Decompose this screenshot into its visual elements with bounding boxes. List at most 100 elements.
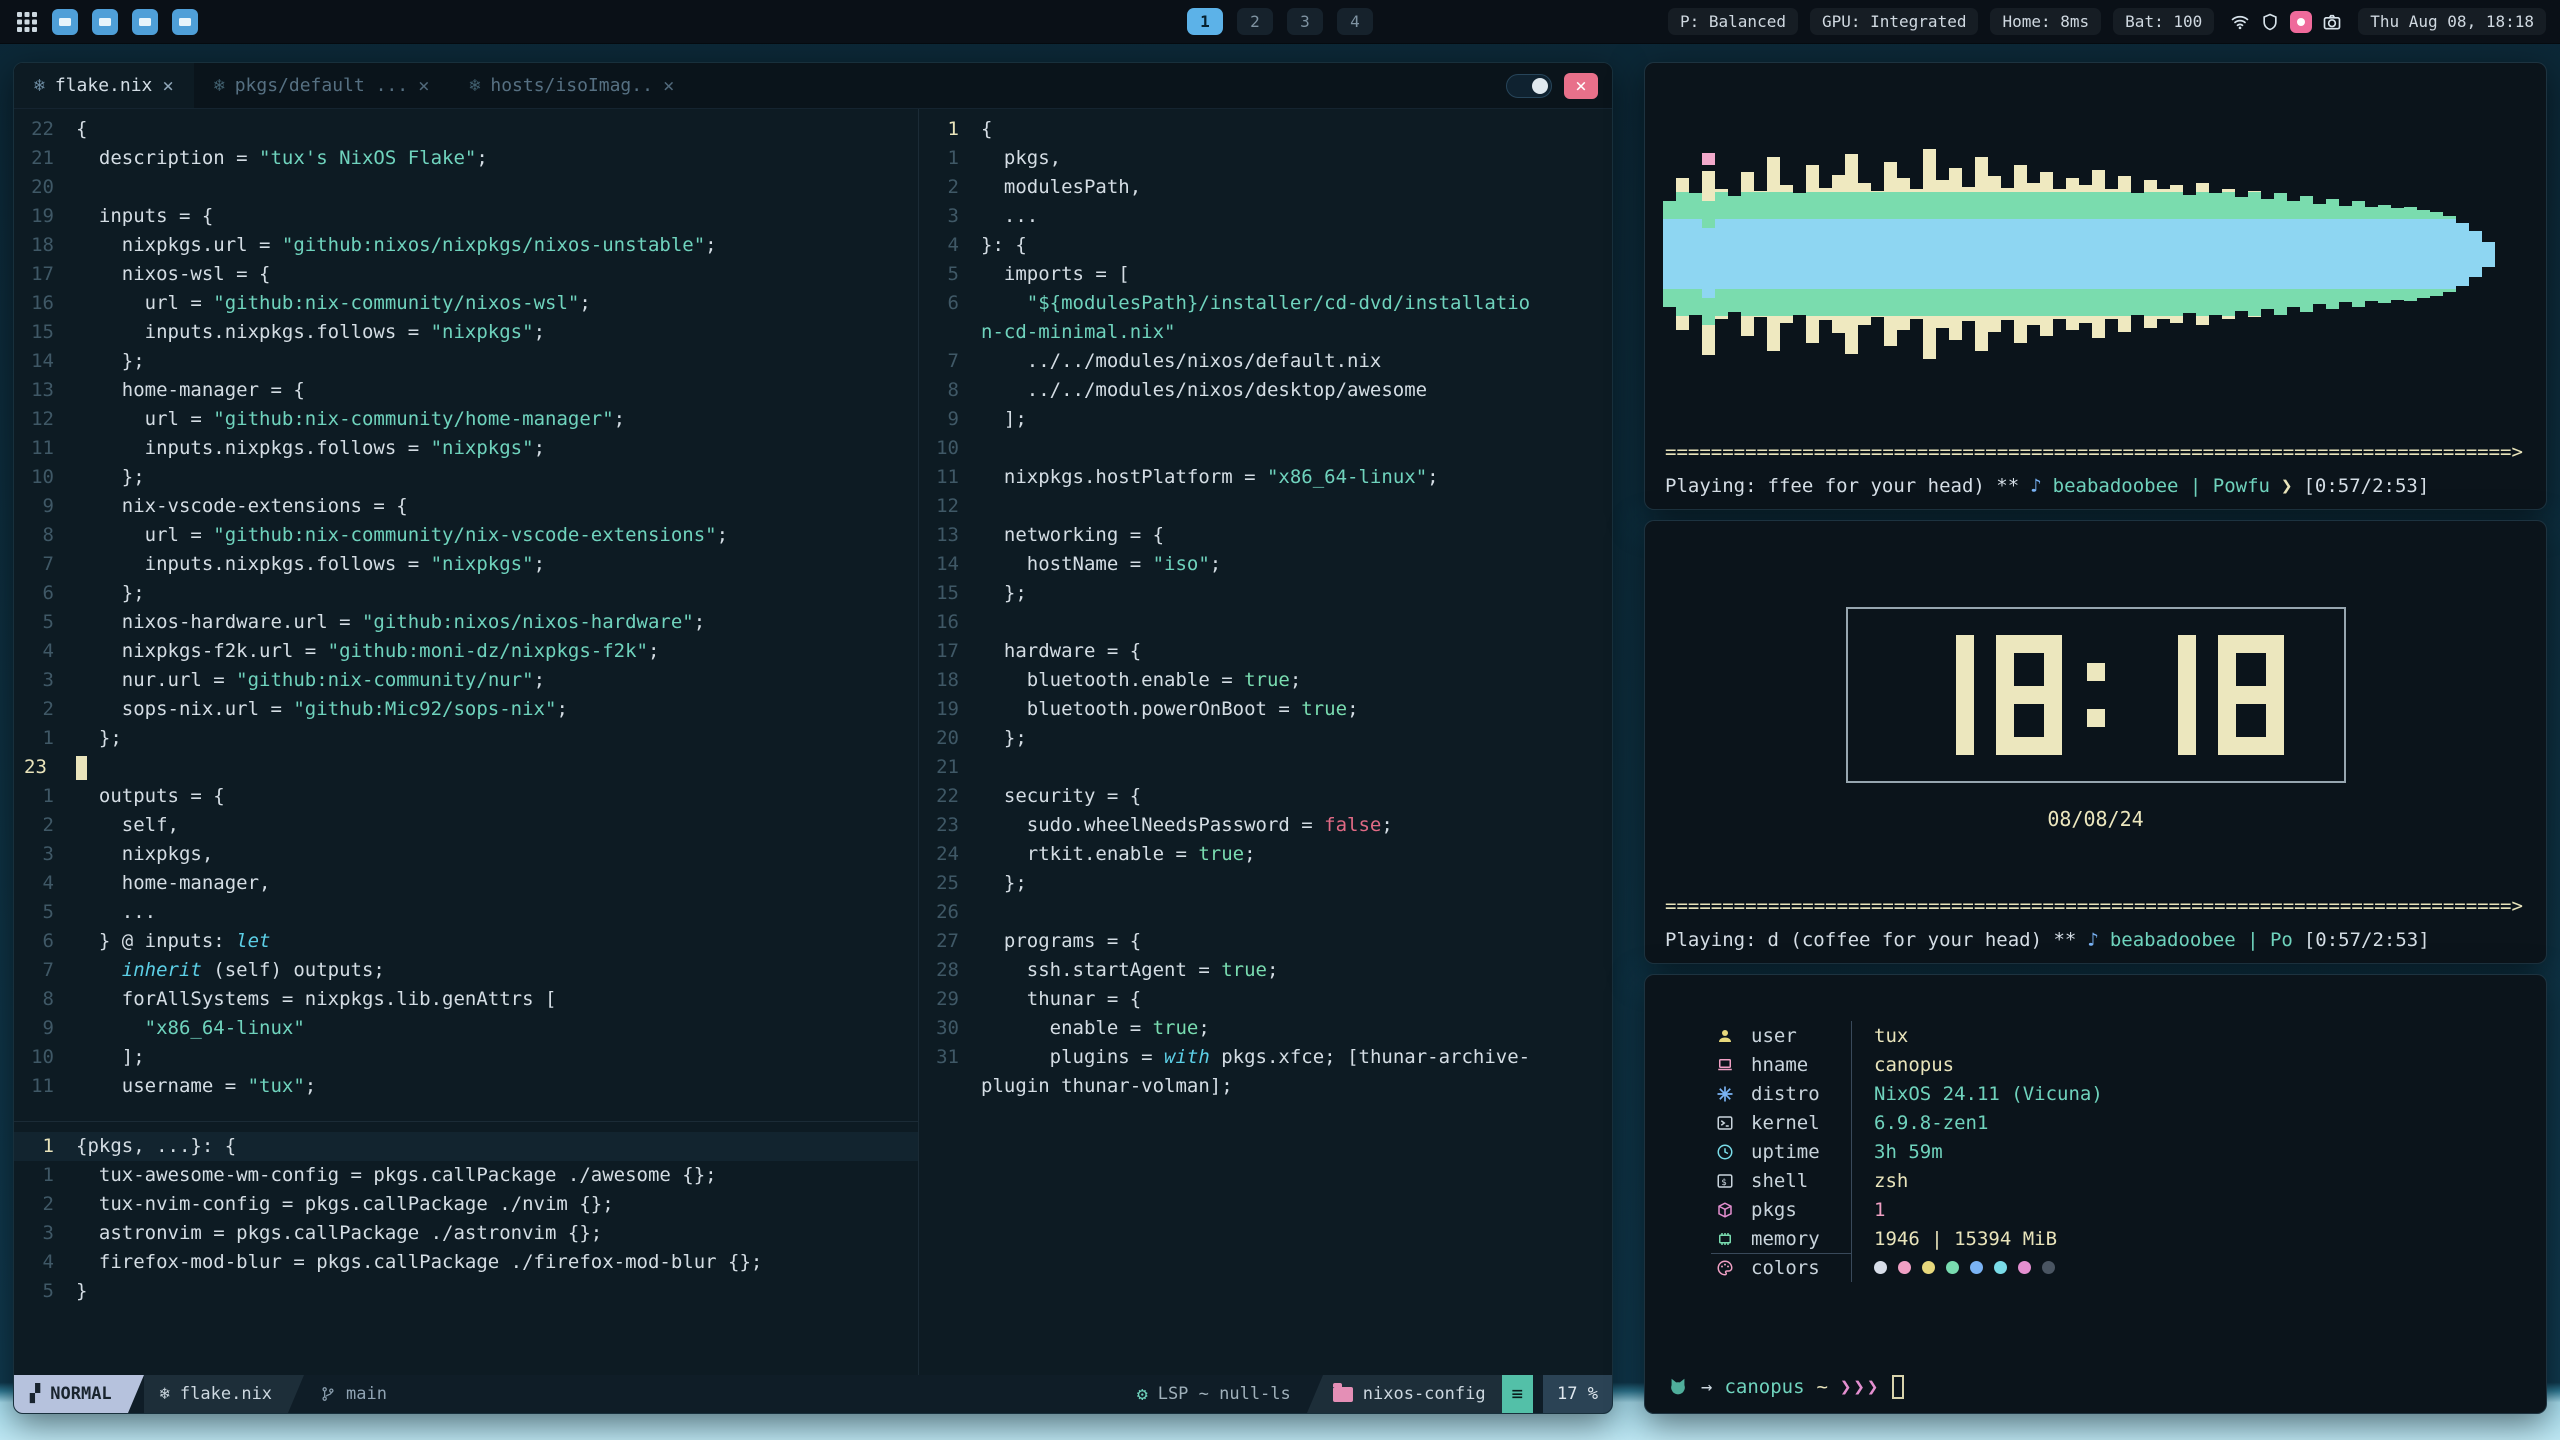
code-line: 3 nur.url = "github:nix-community/nur";	[14, 666, 918, 695]
now-playing-line: Playing:ffee for your head) **♪beabadoob…	[1665, 475, 2540, 497]
tab-pkgs-default[interactable]: ❄ pkgs/default ... ×	[194, 63, 450, 108]
system-fetch-terminal: usertuxhnamecanopusdistroNixOS 24.11 (Vi…	[1644, 974, 2547, 1414]
viz-bar	[2482, 242, 2495, 267]
prompt-chevrons-icon: ❯❯❯	[1840, 1376, 1880, 1398]
battery-pill: Bat: 100	[2113, 8, 2214, 35]
code-line: 4}: {	[919, 231, 1612, 260]
progress-ruler: ========================================…	[1665, 441, 2536, 463]
code-line: 11 username = "tux";	[14, 1072, 918, 1101]
viz-bar	[2183, 195, 2196, 313]
pkgs-default-pane[interactable]: 1{pkgs, ...}: {1 tux-awesome-wm-config =…	[14, 1121, 918, 1375]
arrow-icon: →	[1701, 1376, 1712, 1398]
now-playing-line: Playing:d (coffee for your head) **♪beab…	[1665, 929, 2540, 951]
tag-3[interactable]: 3	[1287, 8, 1323, 35]
workspace-icon[interactable]	[52, 9, 78, 35]
code-line: plugin thunar-volman];	[919, 1072, 1612, 1101]
code-line: 9 nix-vscode-extensions = {	[14, 492, 918, 521]
code-line: 4 nixpkgs-f2k.url = "github:moni-dz/nixp…	[14, 637, 918, 666]
code-line: 2 self,	[14, 811, 918, 840]
viz-bar	[1663, 201, 1676, 307]
viz-bar	[2105, 189, 2118, 319]
viz-bar	[2066, 178, 2079, 330]
theme-toggle[interactable]	[1506, 74, 1552, 98]
laptop-icon	[1711, 1056, 1739, 1074]
viz-bar	[2170, 185, 2183, 323]
code-line: 5 imports = [	[919, 260, 1612, 289]
viz-bar	[1949, 168, 1962, 340]
viz-bar	[1871, 191, 1884, 317]
viz-bar	[1858, 183, 1871, 325]
close-icon[interactable]: ×	[162, 75, 173, 97]
close-icon[interactable]: ×	[418, 75, 429, 97]
tag-2[interactable]: 2	[1237, 8, 1273, 35]
memory-icon	[1711, 1230, 1739, 1248]
user-icon	[1711, 1027, 1739, 1045]
window-close-button[interactable]: ×	[1564, 73, 1598, 99]
viz-bar	[2157, 189, 2170, 319]
workspace-icon[interactable]	[92, 9, 118, 35]
flake-pane[interactable]: 22{21 description = "tux's NixOS Flake";…	[14, 109, 918, 1121]
ping-pill: Home: 8ms	[1990, 8, 2101, 35]
fetch-row: pkgs1	[1711, 1195, 2103, 1224]
network-icon[interactable]	[2230, 12, 2250, 32]
iso-image-pane[interactable]: 1{1 pkgs,2 modulesPath,3 ...4}: {5 impor…	[919, 109, 1612, 1375]
workspace-icon[interactable]	[172, 9, 198, 35]
code-line: 14 hostName = "iso";	[919, 550, 1612, 579]
code-line: 11 inputs.nixpkgs.follows = "nixpkgs";	[14, 434, 918, 463]
digital-clock	[1908, 635, 2284, 755]
code-line: 5 nixos-hardware.url = "github:nixos/nix…	[14, 608, 918, 637]
viz-bar	[1728, 196, 1741, 312]
viz-bar	[2430, 212, 2443, 296]
tty-clock-terminal: 08/08/24 ===============================…	[1644, 520, 2547, 964]
terminal-color-palette	[1874, 1261, 2055, 1274]
code-line: 16 url = "github:nix-community/nixos-wsl…	[14, 289, 918, 318]
tab-label: pkgs/default ...	[235, 75, 408, 96]
close-icon[interactable]: ×	[663, 75, 674, 97]
clock-digit	[2218, 635, 2284, 755]
viz-bar	[2144, 180, 2157, 328]
branch-icon	[320, 1385, 336, 1403]
app-launcher-icon[interactable]	[16, 11, 38, 33]
tab-flake[interactable]: ❄ flake.nix ×	[14, 63, 194, 108]
indicator-badge[interactable]	[2290, 11, 2312, 33]
clock-date: 08/08/24	[1645, 807, 2546, 831]
camera-icon[interactable]	[2322, 12, 2342, 32]
code-line: 5}	[14, 1277, 918, 1306]
code-line: 9 "x86_64-linux"	[14, 1014, 918, 1043]
viz-bar	[1741, 172, 1754, 336]
viz-bar	[1832, 175, 1845, 333]
viz-bar	[1884, 162, 1897, 346]
viz-bar	[2300, 196, 2313, 312]
viz-bar	[2131, 193, 2144, 315]
clock: Thu Aug 08, 18:18	[2358, 8, 2546, 35]
workspace-icon[interactable]	[132, 9, 158, 35]
code-line: 11 nixpkgs.hostPlatform = "x86_64-linux"…	[919, 463, 1612, 492]
powerline-separator	[1307, 1375, 1323, 1413]
code-line: 3 nixpkgs,	[14, 840, 918, 869]
tag-4[interactable]: 4	[1337, 8, 1373, 35]
viz-bar	[1793, 193, 1806, 315]
viz-bar	[1845, 154, 1858, 354]
viz-bar	[2404, 207, 2417, 301]
fetch-row: usertux	[1711, 1021, 2103, 1050]
lsp-status: ⚙ LSP ~ null-ls	[1121, 1375, 1307, 1413]
tag-1[interactable]: 1	[1187, 8, 1223, 35]
code-line: 1 outputs = {	[14, 782, 918, 811]
viz-bar	[1910, 189, 1923, 319]
shield-icon[interactable]	[2260, 12, 2280, 32]
code-line: 3 ...	[919, 202, 1612, 231]
tab-hosts-isoimage[interactable]: ❄ hosts/isoImag.. ×	[450, 63, 695, 108]
viz-bar	[2222, 189, 2235, 319]
viz-bar	[2313, 204, 2326, 304]
nix-icon: ❄	[34, 75, 45, 96]
fetch-row: kernel6.9.8-zen1	[1711, 1108, 2103, 1137]
code-line: 16	[919, 608, 1612, 637]
music-visualizer-terminal: ========================================…	[1644, 62, 2547, 510]
shell-prompt[interactable]: → canopus ~ ❯❯❯	[1667, 1375, 1904, 1399]
code-line: 7 inherit (self) outputs;	[14, 956, 918, 985]
code-line: 8 forAllSystems = nixpkgs.lib.genAttrs [	[14, 985, 918, 1014]
svg-text:$: $	[1721, 1177, 1726, 1187]
code-line: 26	[919, 898, 1612, 927]
nix-icon: ❄	[160, 1384, 170, 1404]
code-line: 14 };	[14, 347, 918, 376]
